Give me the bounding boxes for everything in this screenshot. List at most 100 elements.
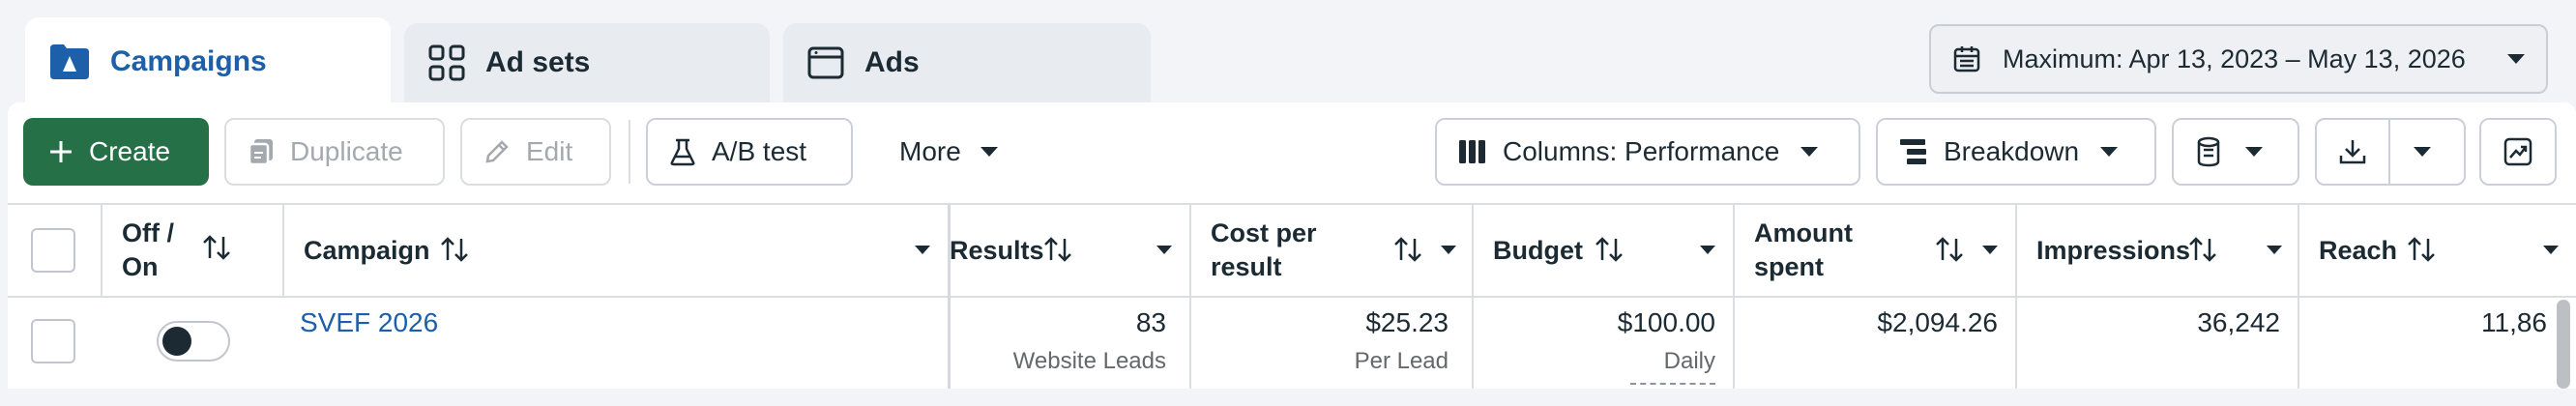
create-label: Create: [89, 136, 171, 166]
budget-header-label: Budget: [1493, 236, 1583, 265]
vertical-scrollbar[interactable]: [2557, 300, 2570, 389]
row-checkbox[interactable]: [31, 319, 75, 363]
chevron-down-icon[interactable]: [2414, 147, 2431, 157]
breakdown-button[interactable]: Breakdown: [1876, 118, 2156, 186]
chevron-down-icon[interactable]: [1982, 246, 1998, 254]
off-on-header-label: Off / On: [122, 218, 174, 281]
more-label: More: [899, 136, 961, 166]
column-divider: [1472, 205, 1474, 389]
chevron-down-icon: [2507, 54, 2525, 64]
column-divider: [2015, 205, 2017, 389]
campaign-toggle[interactable]: [157, 321, 230, 362]
frozen-column-shadow: [948, 205, 951, 389]
cost-per-result-header-label: Cost per result: [1211, 218, 1317, 281]
reports-button[interactable]: [2172, 118, 2299, 186]
export-button[interactable]: [2315, 118, 2466, 186]
results-header[interactable]: Results: [950, 234, 1044, 268]
off-on-header[interactable]: Off / On: [122, 217, 195, 284]
date-range-label: Maximum: Apr 13, 2023 – May 13, 2026: [2003, 44, 2466, 73]
impressions-value: 36,242: [2197, 307, 2280, 337]
duplicate-icon: [248, 137, 275, 166]
budget-value: $100.00: [1617, 307, 1715, 337]
calendar-icon: [1952, 44, 1981, 73]
sort-icon[interactable]: [1392, 236, 1423, 263]
sort-icon[interactable]: [201, 234, 232, 261]
header-bottom-border: [8, 296, 2576, 298]
column-divider: [2298, 205, 2299, 389]
chevron-down-icon[interactable]: [1156, 246, 1172, 254]
edit-label: Edit: [526, 136, 573, 166]
sort-icon[interactable]: [1594, 236, 1625, 263]
column-divider: [1733, 205, 1735, 389]
chevron-down-icon[interactable]: [1700, 246, 1715, 254]
tab-campaigns-label: Campaigns: [110, 45, 267, 77]
amount-spent-header-label: Amount spent: [1754, 218, 1853, 281]
select-all-checkbox[interactable]: [31, 228, 75, 273]
campaign-header[interactable]: Campaign: [304, 234, 430, 268]
pencil-icon: [483, 138, 511, 165]
chevron-down-icon[interactable]: [2543, 246, 2559, 254]
more-button[interactable]: More: [886, 118, 1031, 186]
tab-ad-sets-label: Ad sets: [485, 46, 591, 78]
reports-icon: [2195, 136, 2224, 167]
header-top-border: [8, 203, 2576, 205]
ads-icon: [806, 44, 864, 82]
reach-header[interactable]: Reach: [2319, 234, 2397, 268]
columns-icon: [1458, 139, 1487, 164]
date-range-picker[interactable]: Maximum: Apr 13, 2023 – May 13, 2026: [1929, 24, 2548, 94]
flask-icon: [669, 137, 696, 166]
tab-ads-label: Ads: [864, 46, 920, 78]
cost-per-result-header[interactable]: Cost per result: [1211, 217, 1327, 284]
export-divider: [2388, 119, 2390, 185]
results-header-label: Results: [950, 236, 1044, 265]
amount-spent-header[interactable]: Amount spent: [1754, 217, 1880, 284]
cost-per-result-value: $25.23: [1365, 307, 1449, 337]
ab-test-label: A/B test: [712, 136, 807, 166]
ad-sets-icon: [427, 44, 485, 82]
sort-icon[interactable]: [2406, 236, 2437, 263]
campaign-name-link[interactable]: SVEF 2026: [300, 307, 438, 338]
sort-icon[interactable]: [2187, 236, 2218, 263]
sort-icon[interactable]: [1042, 236, 1073, 263]
budget-header[interactable]: Budget: [1493, 234, 1583, 268]
duplicate-button[interactable]: Duplicate: [224, 118, 445, 186]
chart-trend-icon: [2503, 136, 2533, 167]
ab-test-button[interactable]: A/B test: [646, 118, 853, 186]
breakdown-icon: [1899, 138, 1928, 165]
budget-subtext: Daily: [1663, 348, 1715, 374]
results-value: 83: [1135, 307, 1166, 337]
sort-icon[interactable]: [1934, 236, 1965, 263]
plus-icon: [48, 139, 73, 164]
create-button[interactable]: Create: [23, 118, 209, 186]
reach-header-label: Reach: [2319, 236, 2398, 265]
chevron-down-icon: [1800, 147, 1819, 157]
budget-edit-underline: [1630, 383, 1715, 385]
column-divider: [282, 205, 284, 296]
chevron-down-icon[interactable]: [1441, 246, 1456, 254]
chevron-down-icon[interactable]: [915, 246, 930, 254]
download-icon: [2338, 137, 2367, 166]
columns-label: Columns: Performance: [1503, 136, 1780, 166]
toggle-knob: [162, 327, 191, 356]
cost-per-result-subtext: Per Lead: [1354, 348, 1449, 374]
breakdown-label: Breakdown: [1944, 136, 2080, 166]
amount-spent-value: $2,094.26: [1877, 307, 1998, 337]
reach-value: 11,86: [2481, 307, 2547, 337]
tab-ads[interactable]: Ads: [783, 23, 1151, 102]
campaigns-icon: [48, 43, 110, 81]
sort-icon[interactable]: [439, 236, 470, 263]
view-charts-button[interactable]: [2479, 118, 2557, 186]
chevron-down-icon: [2245, 147, 2263, 157]
tab-campaigns[interactable]: Campaigns: [25, 17, 391, 106]
edit-button[interactable]: Edit: [460, 118, 611, 186]
campaign-header-label: Campaign: [304, 236, 430, 265]
column-divider: [101, 205, 102, 296]
chevron-down-icon: [2100, 147, 2119, 157]
impressions-header[interactable]: Impressions: [2036, 234, 2190, 268]
column-divider: [1189, 205, 1191, 389]
chevron-down-icon[interactable]: [2267, 246, 2282, 254]
results-subtext: Website Leads: [1012, 348, 1166, 374]
toolbar-divider: [629, 120, 630, 184]
tab-ad-sets[interactable]: Ad sets: [404, 23, 770, 102]
columns-button[interactable]: Columns: Performance: [1435, 118, 1860, 186]
